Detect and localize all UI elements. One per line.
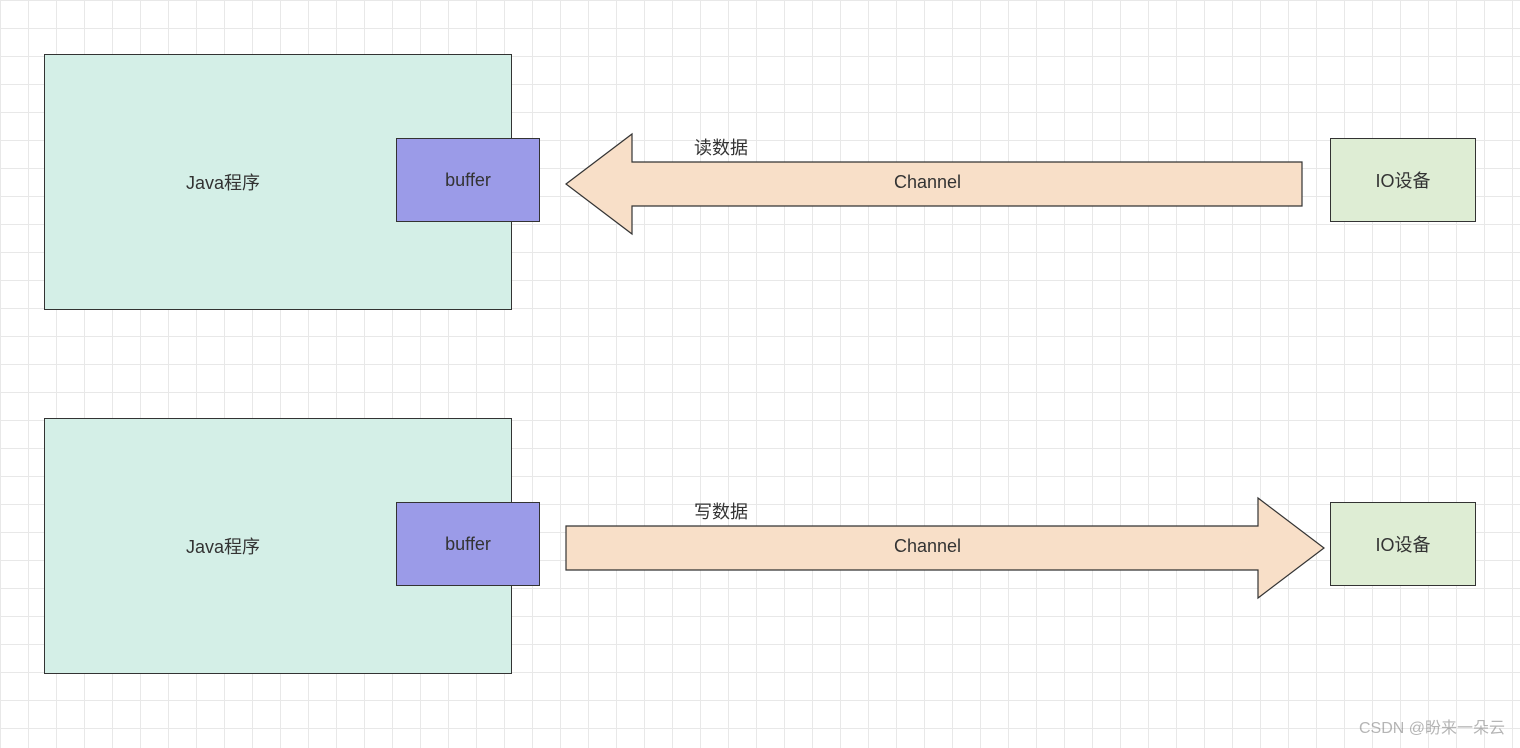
watermark-label: CSDN @盼来一朵云 bbox=[1359, 714, 1505, 738]
io-device-box-top: IO设备 bbox=[1330, 138, 1476, 222]
buffer-label-top: buffer bbox=[445, 170, 491, 191]
java-program-label-bottom: Java程序 bbox=[186, 533, 260, 559]
io-device-label-top: IO设备 bbox=[1375, 167, 1430, 193]
buffer-box-top: buffer bbox=[396, 138, 540, 222]
java-program-label-top: Java程序 bbox=[186, 169, 260, 195]
buffer-label-bottom: buffer bbox=[445, 534, 491, 555]
channel-label-bottom: Channel bbox=[894, 536, 961, 557]
io-device-box-bottom: IO设备 bbox=[1330, 502, 1476, 586]
write-data-label: 写数据 bbox=[694, 498, 748, 524]
buffer-box-bottom: buffer bbox=[396, 502, 540, 586]
channel-label-top: Channel bbox=[894, 172, 961, 193]
io-device-label-bottom: IO设备 bbox=[1375, 531, 1430, 557]
read-data-label: 读数据 bbox=[694, 134, 748, 160]
